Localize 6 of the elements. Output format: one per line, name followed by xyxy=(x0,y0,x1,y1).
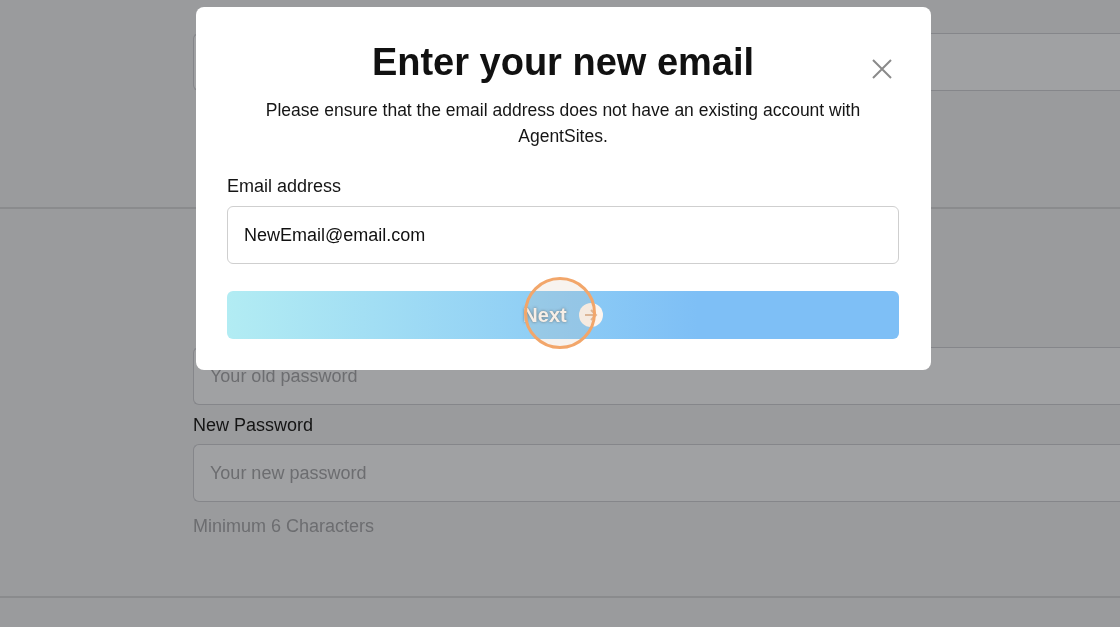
modal-description: Please ensure that the email address does not have an existing account with AgentSites. xyxy=(264,99,862,148)
close-icon[interactable] xyxy=(871,58,893,80)
field-label: New Password xyxy=(193,415,315,436)
email-field[interactable]: NewEmail@email.com xyxy=(227,206,899,264)
field-label: Email address xyxy=(227,176,342,197)
modal-title: Enter your new email xyxy=(371,40,755,85)
